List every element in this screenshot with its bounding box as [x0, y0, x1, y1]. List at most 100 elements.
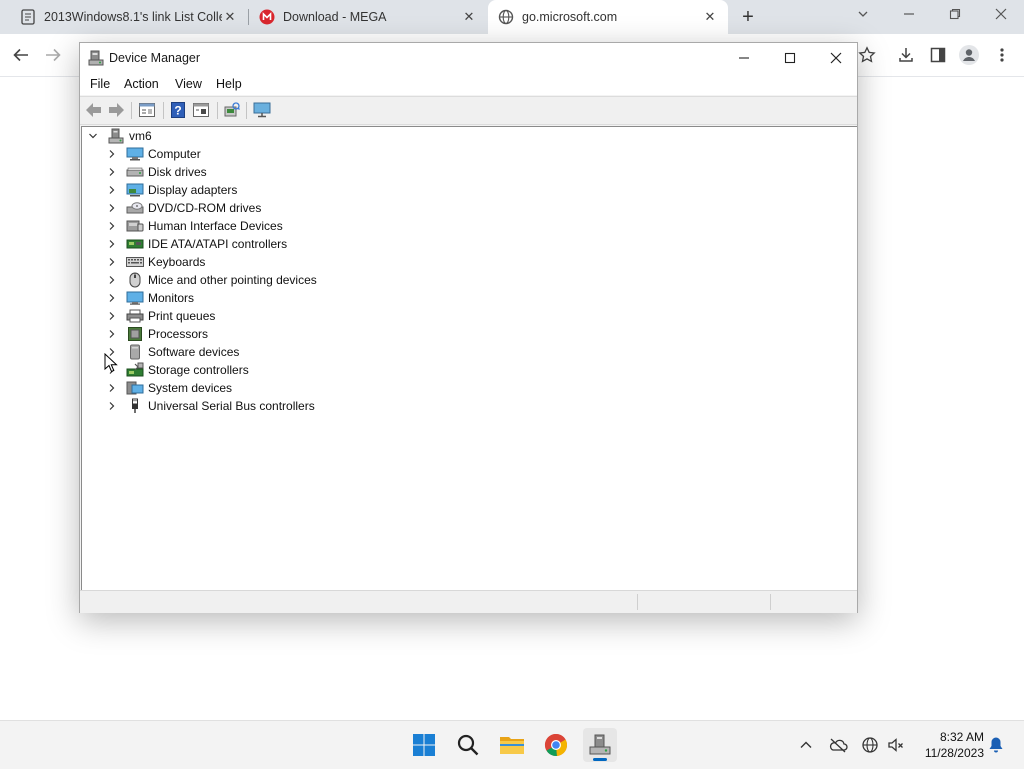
chevron-right-icon[interactable]: [107, 167, 117, 177]
tree-category-software-devices[interactable]: Software devices: [107, 343, 239, 361]
tree-category-keyboards[interactable]: Keyboards: [107, 253, 205, 271]
tree-category-ide-ata-atapi-controllers[interactable]: IDE ATA/ATAPI controllers: [107, 235, 287, 253]
close-window-icon[interactable]: [988, 4, 1014, 26]
category-label: Print queues: [148, 309, 216, 323]
category-label: Software devices: [148, 345, 240, 359]
file-explorer-icon[interactable]: [495, 728, 529, 762]
menu-help[interactable]: Help: [216, 77, 242, 91]
system-clock[interactable]: 8:32 AM 11/28/2023: [910, 729, 984, 761]
update-driver-view-icon[interactable]: [191, 101, 211, 119]
menu-action[interactable]: Action: [124, 77, 159, 91]
back-arrow-icon[interactable]: [10, 44, 32, 66]
chevron-right-icon[interactable]: [107, 383, 117, 393]
restore-icon[interactable]: [942, 4, 968, 26]
toolbar-separator: [131, 102, 132, 119]
category-label: Human Interface Devices: [148, 219, 283, 233]
toolbar: ?: [80, 96, 857, 125]
close-icon[interactable]: [813, 43, 859, 73]
forward-icon[interactable]: [106, 101, 126, 119]
tab-title: Download - MEGA: [283, 10, 387, 24]
tree-root-vm6[interactable]: vm6: [88, 127, 152, 145]
close-tab-icon[interactable]: ✕: [461, 9, 477, 25]
chevron-down-icon[interactable]: [88, 131, 98, 141]
chevron-right-icon[interactable]: [107, 185, 117, 195]
network-icon[interactable]: [860, 735, 880, 755]
browser-tab-strip: 2013Windows8.1's link List Collec ✕ Down…: [0, 0, 1024, 34]
tree-category-disk-drives[interactable]: Disk drives: [107, 163, 207, 181]
chevron-right-icon[interactable]: [107, 149, 117, 159]
tab-title: 2013Windows8.1's link List Collec: [44, 10, 222, 24]
tree-category-universal-serial-bus-controllers[interactable]: Universal Serial Bus controllers: [107, 397, 315, 415]
tree-category-storage-controllers[interactable]: Storage controllers: [107, 361, 249, 379]
back-icon[interactable]: [84, 101, 104, 119]
computer-tower-icon: [107, 128, 125, 144]
tree-category-display-adapters[interactable]: Display adapters: [107, 181, 237, 199]
svg-text:?: ?: [174, 104, 181, 118]
device-tree[interactable]: vm6 Computer Disk drives Display adapters D…: [81, 126, 857, 591]
storage-controller-icon: [126, 362, 144, 378]
profile-icon[interactable]: [958, 44, 980, 66]
processor-icon: [126, 326, 144, 342]
mouse-cursor-icon: [104, 352, 118, 376]
tab-windows81-links[interactable]: 2013Windows8.1's link List Collec ✕: [0, 0, 248, 34]
tab-go-microsoft[interactable]: go.microsoft.com ✕: [488, 0, 728, 34]
side-panel-icon[interactable]: [927, 44, 949, 66]
chevron-right-icon[interactable]: [107, 401, 117, 411]
chevron-right-icon[interactable]: [107, 275, 117, 285]
help-icon[interactable]: ?: [168, 101, 188, 119]
minimize-icon[interactable]: [721, 43, 767, 73]
close-tab-icon[interactable]: ✕: [222, 9, 238, 25]
chrome-icon[interactable]: [539, 728, 573, 762]
properties-icon[interactable]: [137, 101, 157, 119]
chevron-right-icon[interactable]: [107, 239, 117, 249]
status-pane-divider: [770, 594, 771, 610]
printer-icon: [126, 308, 144, 324]
chevron-right-icon[interactable]: [107, 257, 117, 267]
download-icon[interactable]: [895, 44, 917, 66]
category-label: Processors: [148, 327, 209, 341]
window-title-bar[interactable]: Device Manager: [80, 43, 857, 73]
maximize-icon[interactable]: [767, 43, 813, 73]
menu-view[interactable]: View: [175, 77, 202, 91]
star-icon[interactable]: [856, 44, 878, 66]
toolbar-separator: [217, 102, 218, 119]
windows-taskbar: 8:32 AM 11/28/2023: [0, 720, 1024, 769]
chevron-right-icon[interactable]: [107, 329, 117, 339]
chevron-right-icon[interactable]: [107, 203, 117, 213]
tab-mega-download[interactable]: Download - MEGA ✕: [249, 0, 487, 34]
volume-muted-icon[interactable]: [886, 735, 906, 755]
onedrive-offline-icon[interactable]: [828, 735, 848, 755]
usb-icon: [126, 398, 144, 414]
tree-category-processors[interactable]: Processors: [107, 325, 208, 343]
tree-category-computer[interactable]: Computer: [107, 145, 201, 163]
chevron-up-icon[interactable]: [796, 735, 816, 755]
scan-hardware-icon[interactable]: [222, 101, 242, 119]
keyboard-icon: [126, 254, 144, 270]
hid-icon: [126, 218, 144, 234]
menu-file[interactable]: File: [90, 77, 110, 91]
tree-category-monitors[interactable]: Monitors: [107, 289, 194, 307]
windows-start-icon[interactable]: [407, 728, 441, 762]
new-tab-button[interactable]: +: [737, 6, 759, 28]
category-label: Computer: [148, 147, 201, 161]
close-tab-icon[interactable]: ✕: [702, 9, 718, 25]
chevron-right-icon[interactable]: [107, 221, 117, 231]
tab-search-chevron-icon[interactable]: [850, 4, 876, 26]
minimize-icon[interactable]: [896, 4, 922, 26]
device-manager-taskbar-icon[interactable]: [583, 728, 617, 762]
chevron-right-icon[interactable]: [107, 311, 117, 321]
monitor-icon[interactable]: [252, 101, 272, 119]
tree-category-print-queues[interactable]: Print queues: [107, 307, 215, 325]
search-icon[interactable]: [451, 728, 485, 762]
chevron-right-icon[interactable]: [107, 293, 117, 303]
more-vertical-icon[interactable]: [991, 44, 1013, 66]
forward-arrow-icon[interactable]: [42, 44, 64, 66]
tree-category-dvd-cd-rom-drives[interactable]: DVD/CD-ROM drives: [107, 199, 261, 217]
tree-category-system-devices[interactable]: System devices: [107, 379, 232, 397]
dvd-drive-icon: [126, 200, 144, 216]
category-label: Storage controllers: [148, 363, 249, 377]
notification-bell-icon[interactable]: [986, 735, 1006, 755]
status-pane-divider: [637, 594, 638, 610]
tree-category-human-interface-devices[interactable]: Human Interface Devices: [107, 217, 283, 235]
tree-category-mice-and-other-pointing-devices[interactable]: Mice and other pointing devices: [107, 271, 317, 289]
